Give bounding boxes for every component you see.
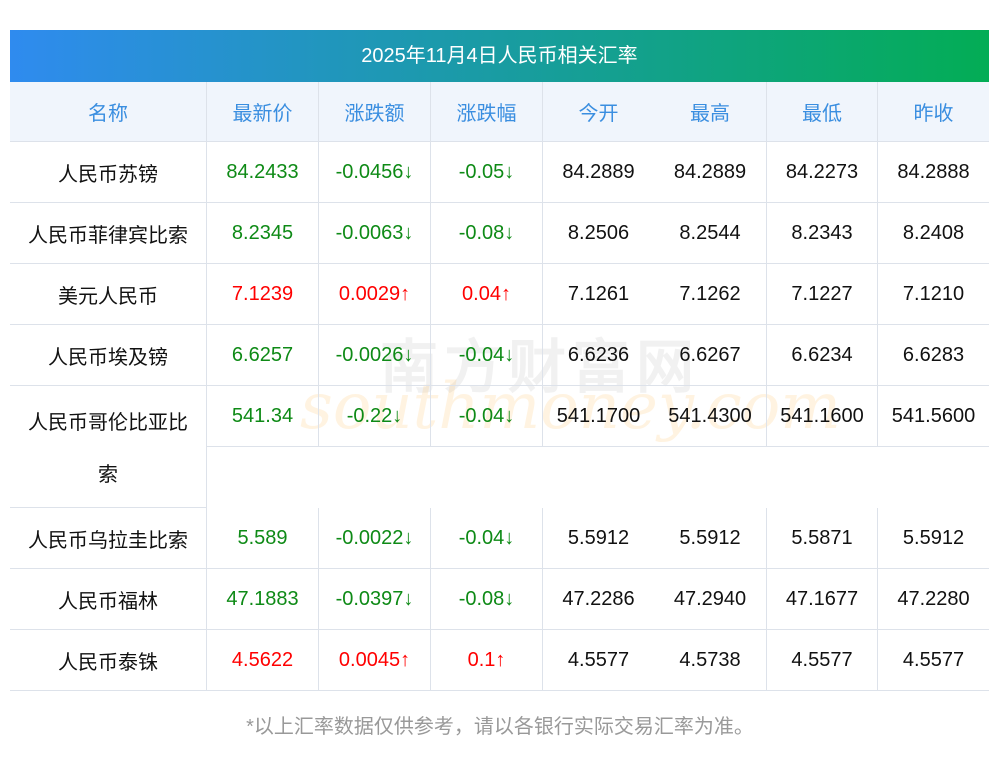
- cell-name: 美元人民币: [10, 264, 206, 325]
- disclaimer-note: *以上汇率数据仅供参考，请以各银行实际交易汇率为准。: [246, 716, 754, 738]
- column-header-prev: 昨收: [877, 82, 989, 142]
- cell-low: 5.5871: [766, 508, 877, 569]
- column-header-name: 名称: [10, 82, 206, 142]
- cell-pct: -0.04↓: [430, 325, 542, 386]
- cell-pct: -0.08↓: [430, 569, 542, 630]
- cell-change: -0.0397↓: [318, 569, 430, 630]
- cell-high: 6.6267: [654, 325, 766, 386]
- column-header-latest: 最新价: [206, 82, 318, 142]
- cell-high: 5.5912: [654, 508, 766, 569]
- cell-name: 人民币福林: [10, 569, 206, 630]
- cell-latest: 541.34: [206, 386, 318, 447]
- cell-pct: -0.05↓: [430, 142, 542, 203]
- cell-prev: 541.5600: [877, 386, 989, 447]
- cell-prev: 5.5912: [877, 508, 989, 569]
- column-header-pct: 涨跌幅: [430, 82, 542, 142]
- cell-name: 人民币乌拉圭比索: [10, 508, 206, 569]
- cell-latest: 7.1239: [206, 264, 318, 325]
- cell-change: 0.0045↑: [318, 630, 430, 691]
- cell-low: 47.1677: [766, 569, 877, 630]
- cell-open: 8.2506: [542, 203, 654, 264]
- cell-open: 47.2286: [542, 569, 654, 630]
- cell-pct: -0.04↓: [430, 508, 542, 569]
- cell-prev: 8.2408: [877, 203, 989, 264]
- cell-latest: 84.2433: [206, 142, 318, 203]
- cell-change: -0.0456↓: [318, 142, 430, 203]
- cell-name: 人民币菲律宾比索: [10, 203, 206, 264]
- cell-latest: 47.1883: [206, 569, 318, 630]
- cell-pct: 0.1↑: [430, 630, 542, 691]
- cell-name: 人民币苏镑: [10, 142, 206, 203]
- cell-high: 47.2940: [654, 569, 766, 630]
- cell-latest: 8.2345: [206, 203, 318, 264]
- cell-open: 84.2889: [542, 142, 654, 203]
- cell-low: 8.2343: [766, 203, 877, 264]
- cell-name: 人民币哥伦比亚比索: [10, 386, 206, 508]
- cell-open: 5.5912: [542, 508, 654, 569]
- cell-change: -0.0022↓: [318, 508, 430, 569]
- cell-high: 541.4300: [654, 386, 766, 447]
- cell-low: 7.1227: [766, 264, 877, 325]
- cell-open: 541.1700: [542, 386, 654, 447]
- cell-high: 84.2889: [654, 142, 766, 203]
- cell-high: 8.2544: [654, 203, 766, 264]
- cell-change: -0.22↓: [318, 386, 430, 447]
- cell-pct: -0.04↓: [430, 386, 542, 447]
- cell-low: 4.5577: [766, 630, 877, 691]
- cell-pct: 0.04↑: [430, 264, 542, 325]
- row-continuation: [206, 447, 989, 508]
- cell-change: -0.0026↓: [318, 325, 430, 386]
- cell-change: -0.0063↓: [318, 203, 430, 264]
- cell-low: 541.1600: [766, 386, 877, 447]
- cell-change: 0.0029↑: [318, 264, 430, 325]
- cell-name: 人民币泰铢: [10, 630, 206, 691]
- table-title: 2025年11月4日人民币相关汇率: [10, 30, 989, 82]
- cell-prev: 84.2888: [877, 142, 989, 203]
- cell-prev: 7.1210: [877, 264, 989, 325]
- cell-latest: 4.5622: [206, 630, 318, 691]
- cell-prev: 4.5577: [877, 630, 989, 691]
- cell-open: 4.5577: [542, 630, 654, 691]
- cell-name: 人民币埃及镑: [10, 325, 206, 386]
- cell-latest: 5.589: [206, 508, 318, 569]
- cell-latest: 6.6257: [206, 325, 318, 386]
- cell-open: 7.1261: [542, 264, 654, 325]
- cell-prev: 6.6283: [877, 325, 989, 386]
- cell-low: 6.6234: [766, 325, 877, 386]
- column-header-high: 最高: [654, 82, 766, 142]
- cell-low: 84.2273: [766, 142, 877, 203]
- cell-high: 4.5738: [654, 630, 766, 691]
- cell-open: 6.6236: [542, 325, 654, 386]
- column-header-open: 今开: [542, 82, 654, 142]
- cell-high: 7.1262: [654, 264, 766, 325]
- column-header-low: 最低: [766, 82, 877, 142]
- cell-pct: -0.08↓: [430, 203, 542, 264]
- cell-prev: 47.2280: [877, 569, 989, 630]
- column-header-change: 涨跌额: [318, 82, 430, 142]
